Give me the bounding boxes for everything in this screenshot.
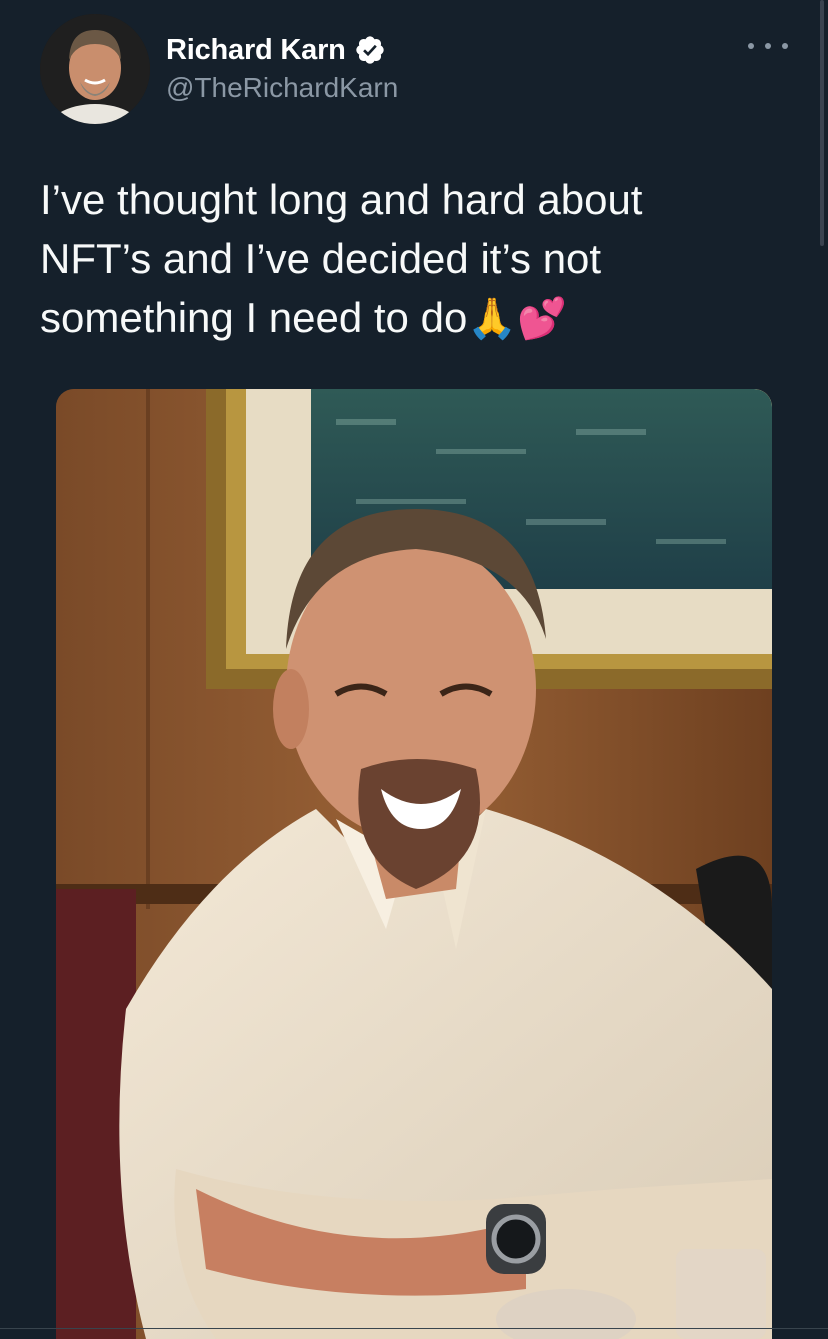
user-handle[interactable]: @TheRichardKarn <box>166 72 398 104</box>
dot <box>782 43 788 49</box>
tweet-detail-page: Richard Karn @TheRichardKarn I’ve though… <box>0 0 828 1339</box>
avatar[interactable] <box>40 14 150 124</box>
dot <box>765 43 771 49</box>
tweet-text: I’ve thought long and hard about NFT’s a… <box>40 170 800 349</box>
tweet-media-photo[interactable] <box>56 389 772 1339</box>
divider <box>0 1328 828 1329</box>
avatar-image <box>40 14 150 124</box>
tweet-header: Richard Karn @TheRichardKarn <box>40 14 788 126</box>
name-row[interactable]: Richard Karn <box>166 32 386 68</box>
scrollbar[interactable] <box>820 0 824 246</box>
display-name[interactable]: Richard Karn <box>166 34 346 67</box>
verified-badge-icon <box>356 36 384 64</box>
more-options-icon[interactable] <box>748 36 788 56</box>
photo-image <box>56 389 772 1339</box>
tweet-emojis: 🙏💕 <box>467 297 567 341</box>
dot <box>748 43 754 49</box>
